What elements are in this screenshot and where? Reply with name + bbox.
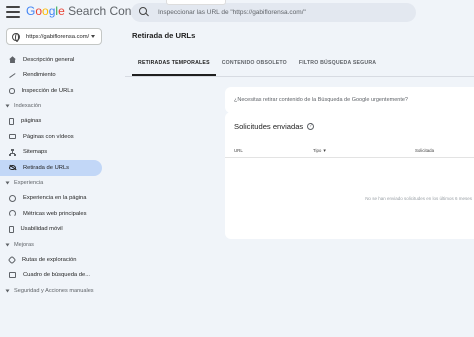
sidebar-item-page-experience[interactable]: Experiencia en la página — [0, 191, 105, 207]
logo-letter: o — [42, 4, 49, 18]
section-label: Experiencia — [14, 180, 44, 186]
tab-safesearch-filter[interactable]: FILTRO BÚSQUEDA SEGURA — [293, 54, 382, 76]
section-label: Seguridad y Acciones manuales — [14, 287, 94, 294]
chevron-down-icon — [5, 181, 10, 185]
sidebar-item-label: Usabilidad móvil — [20, 226, 63, 233]
logo-letter: e — [58, 4, 65, 18]
chevron-down-icon — [5, 104, 10, 108]
sidebar-item-url-inspection[interactable]: Inspección de URLs — [0, 83, 105, 99]
section-label: Mejoras — [14, 241, 34, 248]
column-header-requested[interactable]: Solicitada — [415, 148, 434, 153]
sidebar-item-label: Rutas de exploración — [22, 256, 77, 263]
home-icon — [9, 56, 16, 64]
sidebar-item-mobile-usability[interactable]: Usabilidad móvil — [0, 222, 105, 238]
speed-icon — [9, 210, 16, 218]
sidebar-item-breadcrumbs[interactable]: Rutas de exploración — [0, 252, 105, 268]
search-icon — [9, 88, 15, 94]
sidebar-item-label: Cuadro de búsqueda de... — [23, 272, 91, 279]
empty-state-text: No se han enviado solicitudes en los últ… — [365, 196, 472, 201]
divider — [225, 157, 474, 158]
sidebar-item-core-web-vitals[interactable]: Métricas web principales — [0, 206, 105, 222]
column-header-label: Solicitada — [415, 148, 435, 153]
property-label: https://gabiflorensa.com/ — [26, 33, 90, 40]
column-header-label: URL — [234, 148, 243, 153]
column-header-url[interactable]: URL — [234, 148, 243, 153]
search-icon[interactable] — [136, 5, 152, 21]
requests-card: Solicitudes enviadas ? URL Tipo ▾ Solicit… — [225, 112, 474, 239]
sidebar: Descripción general Rendimiento Inspecci… — [0, 52, 105, 298]
phone-icon — [9, 225, 14, 233]
eye-off-icon — [9, 165, 16, 171]
gauge-icon — [9, 194, 16, 202]
route-icon — [7, 255, 17, 264]
sidebar-item-label: Páginas con vídeos — [23, 133, 74, 140]
filter-icon: ▾ — [323, 148, 326, 154]
sidebar-item-label: Experiencia en la página — [23, 195, 87, 202]
tab-temporary-removals[interactable]: RETIRADAS TEMPORALES — [132, 54, 216, 76]
urgent-removal-link[interactable]: ¿Necesitas retirar contenido de la Búsqu… — [234, 97, 408, 103]
sidebar-item-sitemaps[interactable]: Sitemaps — [0, 145, 105, 161]
column-header-type[interactable]: Tipo ▾ — [313, 148, 326, 154]
video-icon — [9, 134, 16, 140]
sidebar-item-label: páginas — [21, 118, 42, 125]
search-input[interactable]: Inspeccionar las URL de "https://gabiflo… — [158, 9, 306, 16]
section-security[interactable]: Seguridad y Acciones manuales — [0, 283, 105, 298]
trending-icon — [9, 72, 16, 79]
section-enhancements[interactable]: Mejoras — [0, 237, 105, 252]
chevron-down-icon — [91, 35, 95, 38]
sidebar-item-pages[interactable]: páginas — [0, 114, 105, 130]
menu-icon[interactable] — [6, 6, 20, 18]
section-experience[interactable]: Experiencia — [0, 176, 105, 191]
sidebar-item-label: Sitemaps — [23, 149, 48, 156]
page-title: Retirada de URLs — [132, 31, 196, 40]
section-label: Indexación — [14, 103, 42, 109]
requests-title-text: Solicitudes enviadas — [234, 122, 304, 131]
divider — [125, 76, 474, 77]
logo-letter: G — [26, 4, 36, 18]
sidebar-item-performance[interactable]: Rendimiento — [0, 68, 105, 84]
url-inspection-search[interactable]: Inspeccionar las URL de "https://gabiflo… — [131, 3, 416, 22]
section-indexing[interactable]: Indexación — [0, 99, 105, 114]
globe-icon — [12, 32, 20, 42]
help-icon[interactable]: ? — [307, 123, 315, 130]
sidebar-item-sitelinks-searchbox[interactable]: Cuadro de búsqueda de... — [0, 268, 105, 284]
chevron-down-icon — [5, 243, 10, 246]
chevron-down-icon — [5, 289, 10, 292]
column-header-label: Tipo — [313, 148, 322, 153]
tab-bar: RETIRADAS TEMPORALES CONTENIDO OBSOLETO … — [132, 54, 382, 76]
sidebar-item-video-pages[interactable]: Páginas con vídeos — [0, 129, 105, 145]
box-icon — [9, 272, 16, 279]
urgent-removal-card[interactable]: ¿Necesitas retirar contenido de la Búsqu… — [225, 87, 474, 113]
requests-title: Solicitudes enviadas ? — [234, 122, 315, 131]
sitemap-icon — [9, 148, 16, 156]
sidebar-item-removals[interactable]: Retirada de URLs — [0, 160, 102, 176]
sidebar-item-label: Métricas web principales — [23, 210, 87, 217]
sidebar-item-label: Retirada de URLs — [23, 164, 70, 171]
tab-outdated-content[interactable]: CONTENIDO OBSOLETO — [216, 54, 293, 76]
sidebar-item-overview[interactable]: Descripción general — [0, 52, 105, 68]
sidebar-item-label: Descripción general — [23, 56, 75, 63]
page-icon — [9, 117, 14, 125]
property-selector[interactable]: https://gabiflorensa.com/ — [6, 28, 102, 45]
sidebar-item-label: Rendimiento — [23, 72, 56, 79]
sidebar-item-label: Inspección de URLs — [21, 87, 74, 94]
top-bar: Google Search Console Inspeccionar las U… — [0, 0, 474, 26]
tooltip-popup — [166, 0, 226, 5]
